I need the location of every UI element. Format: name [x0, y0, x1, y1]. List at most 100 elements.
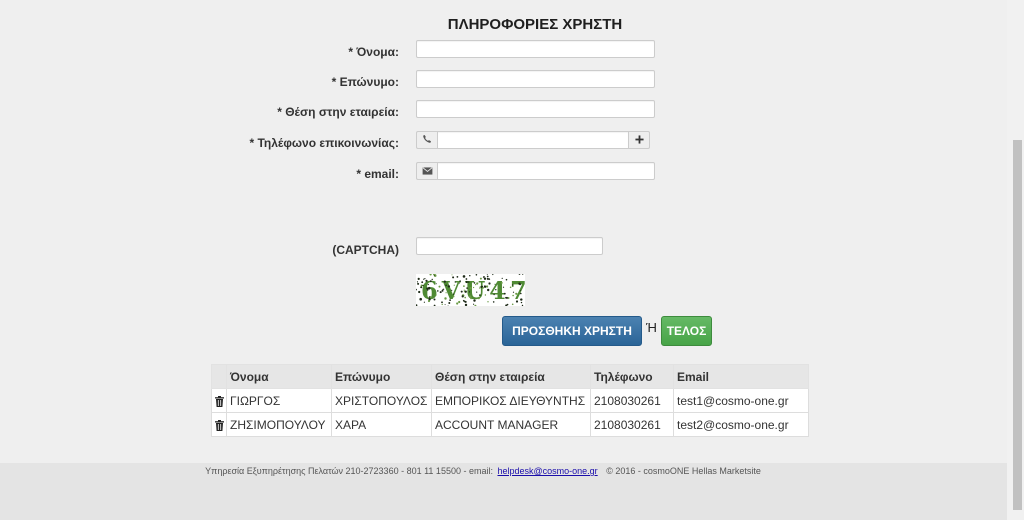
captcha-noise-dot	[500, 295, 502, 297]
or-separator: Ή	[646, 320, 657, 335]
column-header-email: Email	[673, 364, 809, 389]
captcha-noise-dot	[435, 283, 437, 285]
captcha-noise-dot	[422, 284, 424, 287]
captcha-noise-dot	[473, 286, 475, 289]
captcha-text: 6VU47	[421, 276, 525, 305]
page-title: ΠΛΗΡΟΦΟΡΙΕΣ ΧΡΗΣΤΗ	[447, 16, 623, 33]
captcha-noise-dot	[479, 277, 482, 280]
phone-label: * Τηλέφωνο επικοινωνίας:	[249, 136, 399, 150]
finish-button[interactable]: ΤΕΛΟΣ	[661, 316, 712, 346]
captcha-noise-dot	[506, 296, 508, 299]
action-cell	[211, 412, 227, 437]
cell-email: test1@cosmo-one.gr	[673, 388, 809, 413]
captcha-noise-dot	[441, 303, 443, 306]
cell-first-name: ΖΗΣΙΜΟΠΟΥΛΟΥ	[226, 412, 332, 437]
captcha-noise-dot	[433, 298, 436, 301]
captcha-noise-dot	[456, 302, 459, 305]
position-input[interactable]	[416, 100, 655, 118]
footer-text: Υπηρεσία Εξυπηρέτησης Πελατών 210-272336…	[183, 465, 783, 477]
cell-email: test2@cosmo-one.gr	[673, 412, 809, 437]
cell-first-name: ΓΙΩΡΓΟΣ	[226, 388, 332, 413]
captcha-noise-dot	[417, 277, 420, 280]
captcha-noise-dot	[421, 281, 424, 284]
captcha-input[interactable]	[416, 237, 603, 255]
captcha-noise-dot	[512, 291, 515, 293]
captcha-noise-dot	[520, 290, 522, 291]
phone-addon	[416, 131, 437, 149]
captcha-noise-dot	[476, 291, 478, 293]
last-name-input[interactable]	[416, 70, 655, 88]
captcha-noise-dot	[463, 285, 465, 287]
captcha-noise-dot	[419, 297, 422, 301]
trash-icon[interactable]	[215, 395, 224, 407]
captcha-noise-dot	[439, 291, 442, 294]
column-header-first-name: Όνομα	[226, 364, 332, 389]
captcha-noise-dot	[479, 287, 481, 289]
trash-icon[interactable]	[215, 419, 224, 431]
cell-position: ΕΜΠΟΡΙΚΟΣ ΔΙΕΥΘΥΝΤΗΣ	[431, 388, 591, 413]
captcha-noise-dot	[427, 299, 431, 303]
captcha-noise-dot	[420, 284, 423, 287]
email-addon	[416, 162, 437, 180]
action-cell	[211, 388, 227, 413]
scrollbar-thumb[interactable]	[1013, 140, 1022, 510]
email-label: * email:	[356, 167, 399, 181]
captcha-noise-dot	[470, 297, 473, 300]
captcha-noise-dot	[463, 291, 465, 293]
helpdesk-email-link[interactable]: helpdesk@cosmo-one.gr	[497, 466, 597, 476]
cell-position: ACCOUNT MANAGER	[431, 412, 591, 437]
captcha-noise-dot	[469, 275, 471, 277]
captcha-noise-dot	[487, 288, 490, 292]
captcha-noise-dot	[463, 289, 465, 291]
captcha-noise-dot	[503, 292, 506, 295]
captcha-noise-dot	[501, 277, 503, 279]
captcha-noise-dot	[416, 281, 419, 283]
captcha-noise-dot	[425, 279, 428, 282]
captcha-noise-dot	[461, 295, 464, 298]
captcha-noise-dot	[483, 277, 487, 280]
add-user-button[interactable]: ΠΡΟΣΘΗΚΗ ΧΡΗΣΤΗ	[502, 316, 642, 346]
first-name-label: * Όνομα:	[348, 45, 399, 59]
captcha-noise-dot	[486, 277, 489, 280]
plus-icon	[634, 131, 644, 149]
last-name-label: * Επώνυμο:	[331, 75, 399, 89]
captcha-noise-dot	[466, 287, 468, 289]
captcha-noise-dot	[457, 281, 459, 283]
captcha-noise-dot	[464, 303, 468, 306]
support-contact-text: Υπηρεσία Εξυπηρέτησης Πελατών 210-272336…	[205, 466, 493, 476]
captcha-noise-dot	[465, 280, 468, 284]
captcha-noise-dot	[458, 282, 460, 284]
add-phone-button[interactable]	[629, 131, 650, 149]
first-name-input[interactable]	[416, 40, 655, 58]
phone-input[interactable]	[437, 131, 629, 149]
captcha-noise-dot	[492, 301, 495, 303]
captcha-noise-dot	[454, 281, 456, 283]
captcha-noise-dot	[469, 287, 472, 290]
captcha-noise-dot	[505, 278, 508, 281]
captcha-label: (CAPTCHA)	[332, 243, 399, 257]
captcha-noise-dot	[512, 284, 514, 286]
captcha-noise-dot	[464, 296, 466, 299]
phone-icon	[422, 131, 432, 149]
action-column-header	[211, 364, 227, 389]
captcha-noise-dot	[511, 303, 514, 306]
captcha-noise-dot	[465, 278, 468, 280]
captcha-noise-dot	[520, 301, 523, 304]
captcha-noise-dot	[469, 295, 472, 298]
captcha-noise-dot	[487, 301, 489, 303]
captcha-noise-dot	[464, 300, 466, 303]
captcha-noise-dot	[448, 302, 451, 304]
users-table: Όνομα Επώνυμο Θέση στην εταιρεία Τηλέφων…	[211, 364, 809, 437]
table-header-row: Όνομα Επώνυμο Θέση στην εταιρεία Τηλέφων…	[211, 364, 809, 389]
captcha-noise-dot	[445, 284, 447, 287]
captcha-noise-dot	[482, 276, 485, 278]
captcha-noise-dot	[452, 276, 455, 279]
captcha-noise-dot	[427, 283, 429, 286]
captcha-noise-dot	[443, 280, 446, 283]
captcha-noise-dot	[456, 276, 459, 278]
captcha-noise-dot	[453, 293, 455, 295]
captcha-noise-dot	[479, 294, 481, 296]
captcha-noise-dot	[481, 285, 484, 287]
email-input[interactable]	[437, 162, 655, 180]
captcha-noise-dot	[476, 282, 479, 285]
